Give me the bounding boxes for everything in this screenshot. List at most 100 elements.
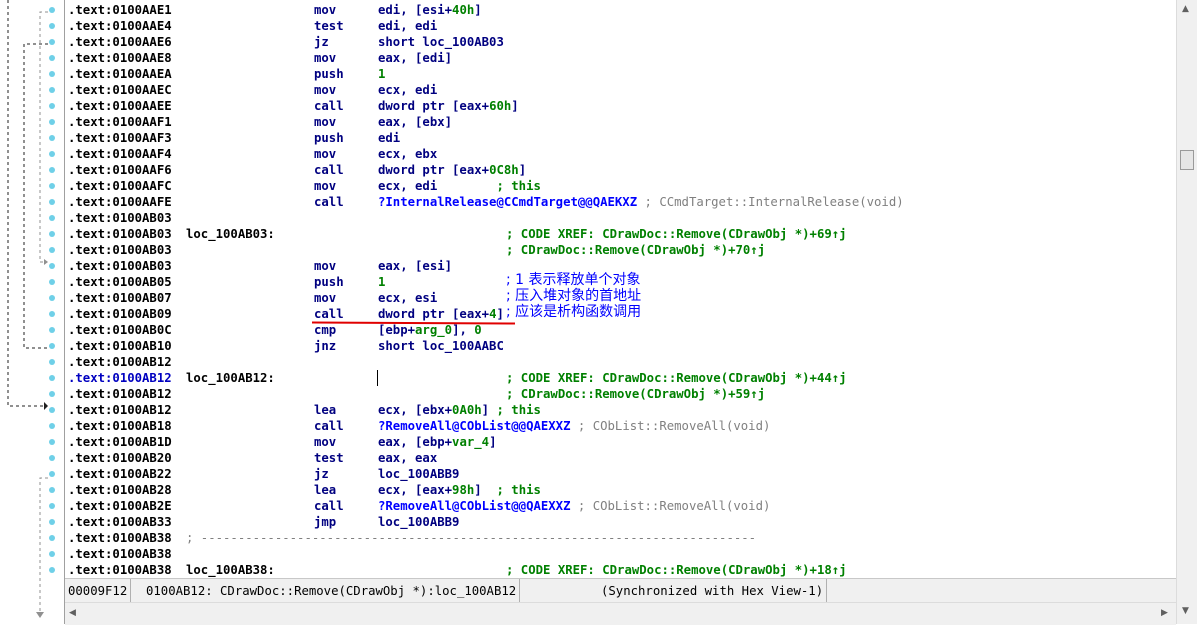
breakpoint-dot-icon[interactable] (49, 71, 55, 77)
operands[interactable]: ecx, ebx (378, 146, 437, 162)
xref-comment[interactable]: ; CODE XREF: CDrawDoc::Remove(CDrawObj *… (506, 562, 847, 578)
listing-row[interactable]: .text:0100AB22 jz loc_100ABB9 (65, 466, 1176, 482)
listing-row[interactable]: .text:0100AB2E call ?RemoveAll@CObList@@QA… (65, 498, 1176, 514)
breakpoint-dot-icon[interactable] (49, 23, 55, 29)
address[interactable]: .text:0100AAF3 (68, 130, 172, 146)
listing-row[interactable]: .text:0100AAFC mov ecx, edi ; this (65, 178, 1176, 194)
listing-row[interactable]: .text:0100AAEE call dword ptr [eax+60h] (65, 98, 1176, 114)
address[interactable]: .text:0100AB03 (68, 210, 172, 226)
address[interactable]: .text:0100AB38 (68, 530, 172, 546)
operands[interactable]: eax, [edi] (378, 50, 452, 66)
scroll-thumb[interactable] (1180, 150, 1194, 170)
operands[interactable]: ecx, [eax+98h] ; this (378, 482, 541, 498)
operands[interactable]: short loc_100AABC (378, 338, 504, 354)
mnemonic[interactable]: call (314, 194, 344, 210)
operands[interactable]: dword ptr [eax+0C8h] (378, 162, 526, 178)
scroll-up-icon[interactable]: ▲ (1182, 4, 1189, 14)
address[interactable]: .text:0100AB12 (68, 370, 172, 386)
mnemonic[interactable]: jmp (314, 514, 336, 530)
breakpoint-dot-icon[interactable] (49, 263, 55, 269)
operands[interactable]: ecx, edi ; this (378, 178, 541, 194)
operands[interactable]: [ebp+arg_0], 0 (378, 322, 482, 338)
address[interactable]: .text:0100AAF4 (68, 146, 172, 162)
breakpoint-dot-icon[interactable] (49, 551, 55, 557)
address[interactable]: .text:0100AB18 (68, 418, 172, 434)
mnemonic[interactable]: mov (314, 434, 336, 450)
breakpoint-dot-icon[interactable] (49, 423, 55, 429)
mnemonic[interactable]: test (314, 18, 344, 34)
scroll-left-icon[interactable]: ◀ (69, 608, 76, 618)
breakpoint-dot-icon[interactable] (49, 343, 55, 349)
operands[interactable]: ?InternalRelease@CCmdTarget@@QAEKXZ ; CC… (378, 194, 904, 210)
operands[interactable]: ecx, [ebx+0A0h] ; this (378, 402, 541, 418)
address[interactable]: .text:0100AAF6 (68, 162, 172, 178)
mnemonic[interactable]: mov (314, 290, 336, 306)
operands[interactable]: edi, [esi+40h] (378, 2, 482, 18)
address[interactable]: .text:0100AB1D (68, 434, 172, 450)
xref-comment[interactable]: ; CODE XREF: CDrawDoc::Remove(CDrawObj *… (506, 226, 847, 242)
breakpoint-dot-icon[interactable] (49, 231, 55, 237)
mnemonic[interactable]: cmp (314, 322, 336, 338)
address[interactable]: .text:0100AAEC (68, 82, 172, 98)
listing-row[interactable]: .text:0100AB18 call ?RemoveAll@CObList@@QA… (65, 418, 1176, 434)
breakpoint-dot-icon[interactable] (49, 439, 55, 445)
mnemonic[interactable]: lea (314, 402, 336, 418)
address[interactable]: .text:0100AB03 (68, 226, 172, 242)
breakpoint-dot-icon[interactable] (49, 103, 55, 109)
mnemonic[interactable]: mov (314, 114, 336, 130)
listing-row[interactable]: .text:0100AB12 loc_100AB12: ; CODE XREF: C… (65, 370, 1176, 386)
listing-row[interactable]: .text:0100AAFE call ?InternalRelease@CCmdT… (65, 194, 1176, 210)
operands[interactable]: edi (378, 130, 400, 146)
breakpoint-dot-icon[interactable] (49, 391, 55, 397)
code-label[interactable]: loc_100AB12: (186, 370, 275, 386)
breakpoint-dot-icon[interactable] (49, 39, 55, 45)
operands[interactable]: edi, edi (378, 18, 437, 34)
address[interactable]: .text:0100AAE8 (68, 50, 172, 66)
mnemonic[interactable]: jz (314, 34, 329, 50)
xref-comment[interactable]: ; CDrawDoc::Remove(CDrawObj *)+70↑j (506, 242, 765, 258)
breakpoint-dot-icon[interactable] (49, 183, 55, 189)
listing-row[interactable]: .text:0100AAF4 mov ecx, ebx (65, 146, 1176, 162)
breakpoint-dot-icon[interactable] (49, 311, 55, 317)
operands[interactable]: eax, eax (378, 450, 437, 466)
code-label[interactable]: loc_100AB03: (186, 226, 275, 242)
address[interactable]: .text:0100AB0C (68, 322, 172, 338)
listing-row[interactable]: .text:0100AB38 (65, 546, 1176, 562)
scroll-down-icon[interactable]: ▼ (1182, 606, 1189, 616)
breakpoint-dot-icon[interactable] (49, 327, 55, 333)
address[interactable]: .text:0100AB03 (68, 242, 172, 258)
mnemonic[interactable]: jz (314, 466, 329, 482)
breakpoint-dot-icon[interactable] (49, 7, 55, 13)
operands[interactable]: eax, [ebx] (378, 114, 452, 130)
address[interactable]: .text:0100AB28 (68, 482, 172, 498)
operands[interactable]: eax, [ebp+var_4] (378, 434, 496, 450)
breakpoint-dot-icon[interactable] (49, 567, 55, 573)
breakpoint-dot-icon[interactable] (49, 295, 55, 301)
address[interactable]: .text:0100AAE4 (68, 18, 172, 34)
operands[interactable]: ecx, edi (378, 82, 437, 98)
breakpoint-dot-icon[interactable] (49, 279, 55, 285)
mnemonic[interactable]: mov (314, 2, 336, 18)
breakpoint-dot-icon[interactable] (49, 215, 55, 221)
address[interactable]: .text:0100AB09 (68, 306, 172, 322)
disassembly-listing[interactable]: .text:0100AAE1 mov edi, [esi+40h] .text:010… (65, 0, 1176, 578)
mnemonic[interactable]: push (314, 66, 344, 82)
listing-row[interactable]: .text:0100AB38 ; ------------------------… (65, 530, 1176, 546)
breakpoint-dot-icon[interactable] (49, 535, 55, 541)
listing-row[interactable]: .text:0100AAF6 call dword ptr [eax+0C8h] (65, 162, 1176, 178)
mnemonic[interactable]: mov (314, 82, 336, 98)
mnemonic[interactable]: call (314, 418, 344, 434)
operands[interactable]: short loc_100AB03 (378, 34, 504, 50)
address[interactable]: .text:0100AAFE (68, 194, 172, 210)
listing-row[interactable]: .text:0100AB0C cmp [ebp+arg_0], 0 (65, 322, 1176, 338)
breakpoint-dot-icon[interactable] (49, 455, 55, 461)
address[interactable]: .text:0100AAEA (68, 66, 172, 82)
mnemonic[interactable]: jnz (314, 338, 336, 354)
listing-row[interactable]: .text:0100AAEC mov ecx, edi (65, 82, 1176, 98)
mnemonic[interactable]: push (314, 130, 344, 146)
address[interactable]: .text:0100AAE1 (68, 2, 172, 18)
xref-comment[interactable]: ; CDrawDoc::Remove(CDrawObj *)+59↑j (506, 386, 765, 402)
breakpoint-dot-icon[interactable] (49, 503, 55, 509)
mnemonic[interactable]: lea (314, 482, 336, 498)
xref-comment[interactable]: ; CODE XREF: CDrawDoc::Remove(CDrawObj *… (506, 370, 847, 386)
